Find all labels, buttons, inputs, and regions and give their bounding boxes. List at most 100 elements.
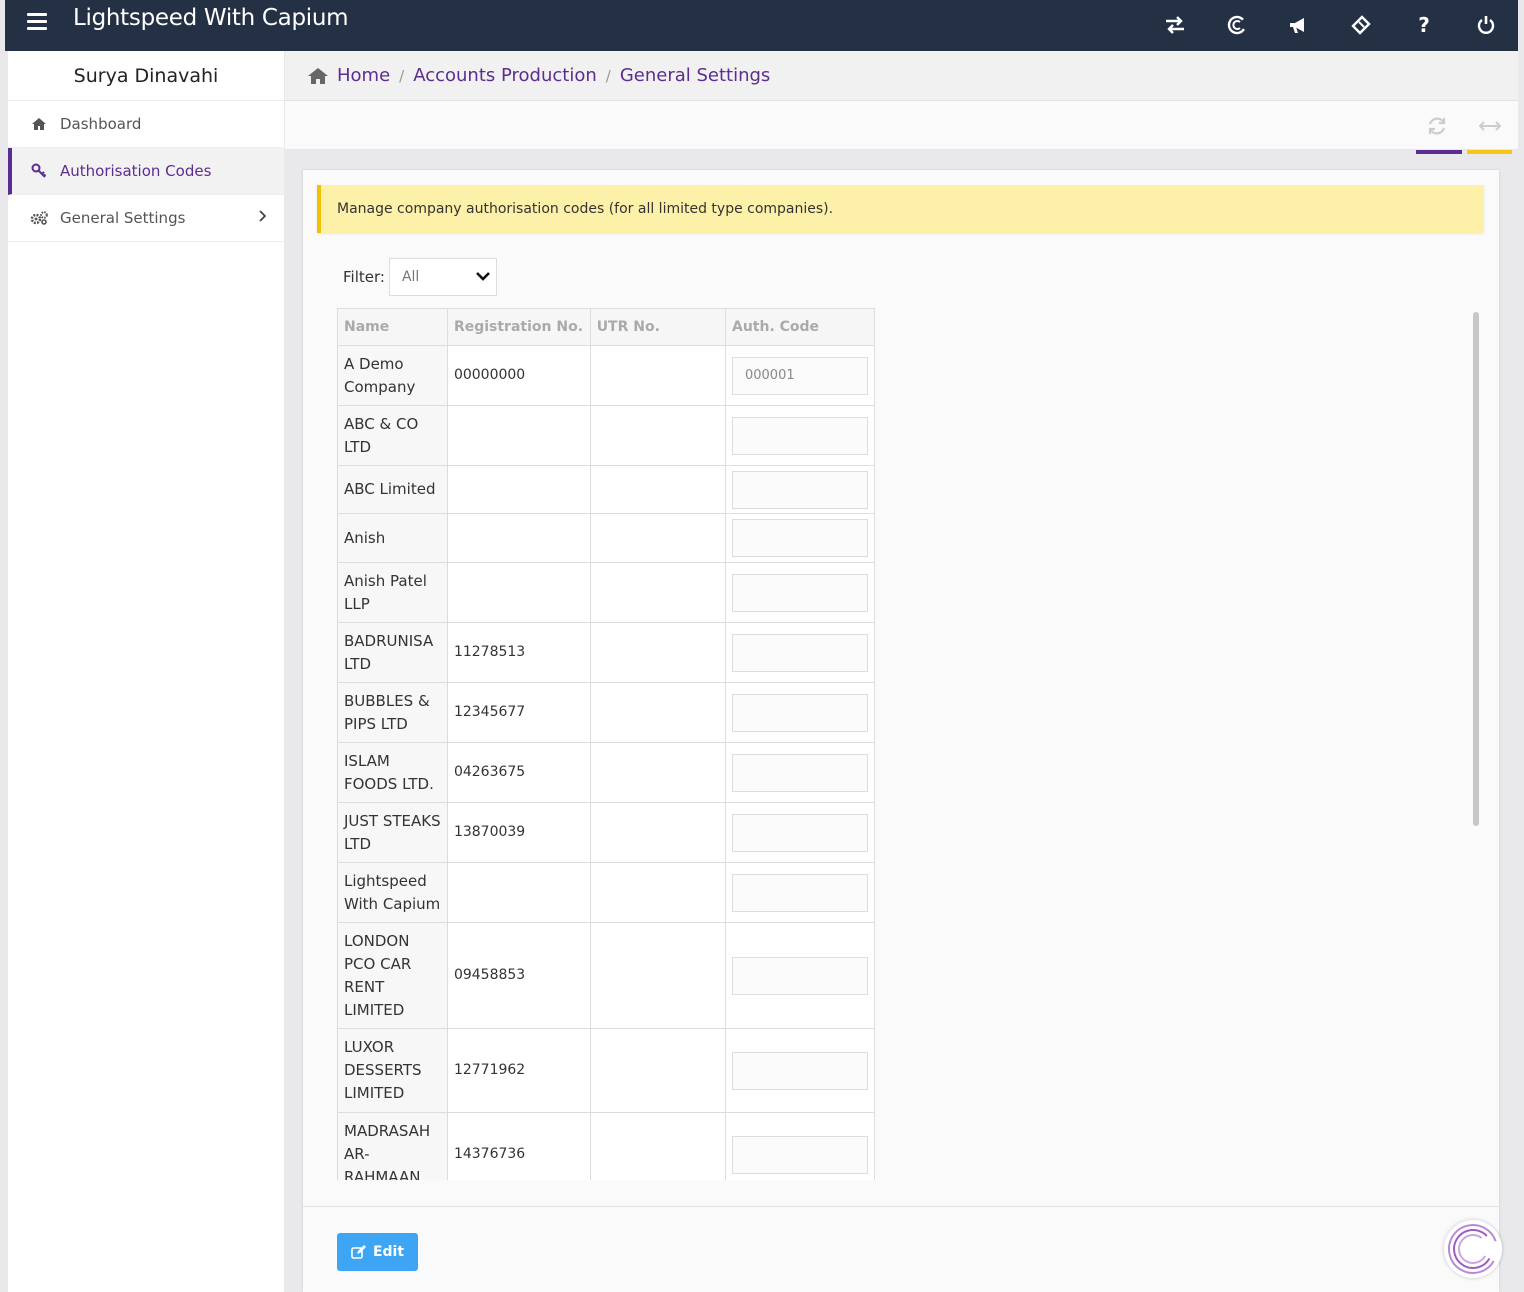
chevron-right-icon bbox=[258, 210, 267, 226]
column-header-auth-code: Auth. Code bbox=[724, 308, 875, 346]
edit-icon bbox=[351, 1245, 366, 1259]
auth-code-input[interactable] bbox=[731, 633, 868, 672]
company-name-cell: Anish Patel LLP bbox=[337, 562, 448, 623]
info-alert: Manage company authorisation codes (for … bbox=[317, 185, 1484, 233]
auth-code-input[interactable] bbox=[731, 1051, 868, 1090]
edit-button[interactable]: Edit bbox=[337, 1233, 418, 1271]
registration-number-cell: 14376736 bbox=[446, 1112, 591, 1180]
help-icon[interactable]: ? bbox=[1411, 12, 1437, 38]
home-icon[interactable] bbox=[307, 67, 329, 85]
power-icon[interactable] bbox=[1473, 12, 1499, 38]
breadcrumb-general-settings-link[interactable]: General Settings bbox=[620, 65, 771, 86]
company-name-cell: JUST STEAKS LTD bbox=[337, 802, 448, 863]
breadcrumb: Home / Accounts Production / General Set… bbox=[285, 51, 1518, 101]
user-name: Surya Dinavahi bbox=[8, 51, 284, 101]
chat-launcher-button[interactable] bbox=[1444, 1220, 1502, 1278]
auth-code-cell bbox=[724, 622, 875, 683]
auth-code-input[interactable] bbox=[731, 956, 868, 995]
sidebar-item-label: General Settings bbox=[60, 209, 186, 227]
auth-codes-table: Name Registration No. UTR No. Auth. Code… bbox=[337, 308, 875, 1180]
utr-number-cell bbox=[589, 862, 726, 923]
filter-select-wrapper: All bbox=[385, 258, 497, 296]
refresh-icon[interactable] bbox=[1425, 115, 1449, 137]
capium-c-icon[interactable] bbox=[1224, 12, 1250, 38]
utr-number-cell bbox=[589, 1028, 726, 1113]
table-row: Anish bbox=[337, 513, 875, 563]
registration-number-cell: 04263675 bbox=[446, 742, 591, 803]
expand-width-icon[interactable] bbox=[1478, 115, 1502, 137]
breadcrumb-separator: / bbox=[605, 66, 611, 85]
auth-code-input[interactable] bbox=[731, 416, 868, 455]
card-footer: Edit bbox=[303, 1206, 1499, 1292]
auth-code-input[interactable] bbox=[731, 519, 868, 557]
auth-codes-card: Manage company authorisation codes (for … bbox=[303, 170, 1499, 1292]
auth-code-cell bbox=[724, 1112, 875, 1180]
auth-codes-table-container: Name Registration No. UTR No. Auth. Code… bbox=[337, 308, 875, 1180]
table-row: JUST STEAKS LTD 13870039 bbox=[337, 802, 875, 863]
registration-number-cell: 11278513 bbox=[446, 622, 591, 683]
column-header-registration: Registration No. bbox=[446, 308, 591, 346]
auth-code-input[interactable] bbox=[731, 753, 868, 792]
table-header-row: Name Registration No. UTR No. Auth. Code bbox=[337, 308, 875, 346]
column-header-utr: UTR No. bbox=[589, 308, 726, 346]
purple-accent-bar bbox=[1416, 150, 1462, 154]
utr-number-cell bbox=[589, 513, 726, 563]
registration-number-cell bbox=[446, 562, 591, 623]
utr-number-cell bbox=[589, 465, 726, 514]
table-row: ABC Limited bbox=[337, 465, 875, 514]
company-name-cell: ABC Limited bbox=[337, 465, 448, 514]
company-name-cell: LONDON PCO CAR RENT LIMITED bbox=[337, 922, 448, 1029]
registration-number-cell bbox=[446, 862, 591, 923]
breadcrumb-accounts-production-link[interactable]: Accounts Production bbox=[413, 65, 597, 86]
utr-number-cell bbox=[589, 562, 726, 623]
gears-icon bbox=[28, 210, 50, 226]
auth-code-input[interactable] bbox=[731, 873, 868, 912]
company-name-cell: BADRUNISA LTD bbox=[337, 622, 448, 683]
table-body: A Demo Company00000000ABC & CO LTDABC Li… bbox=[337, 345, 875, 1180]
auth-code-cell bbox=[724, 405, 875, 466]
auth-code-input[interactable] bbox=[731, 470, 868, 509]
app-title: Lightspeed With Capium bbox=[73, 5, 349, 31]
registration-number-cell bbox=[446, 513, 591, 563]
swap-icon[interactable] bbox=[1162, 12, 1188, 38]
auth-code-cell bbox=[724, 513, 875, 563]
sidebar-item-general-settings[interactable]: General Settings bbox=[8, 195, 284, 242]
table-row: Lightspeed With Capium bbox=[337, 862, 875, 923]
megaphone-icon[interactable] bbox=[1286, 12, 1312, 38]
auth-code-input[interactable] bbox=[731, 356, 868, 395]
filter-label: Filter: bbox=[343, 268, 385, 286]
auth-code-cell bbox=[724, 922, 875, 1029]
sidebar: Surya Dinavahi Dashboard Authorisation C… bbox=[8, 51, 284, 1292]
auth-code-input[interactable] bbox=[731, 813, 868, 852]
table-row: ABC & CO LTD bbox=[337, 405, 875, 466]
company-name-cell: LUXOR DESSERTS LIMITED bbox=[337, 1028, 448, 1113]
home-icon bbox=[28, 117, 50, 131]
company-name-cell: ISLAM FOODS LTD. bbox=[337, 742, 448, 803]
auth-code-input[interactable] bbox=[731, 693, 868, 732]
yellow-accent-bar bbox=[1467, 150, 1512, 154]
sidebar-item-label: Authorisation Codes bbox=[60, 162, 212, 180]
auth-code-cell bbox=[724, 465, 875, 514]
ticket-icon[interactable] bbox=[1348, 12, 1374, 38]
registration-number-cell: 12771962 bbox=[446, 1028, 591, 1113]
top-navbar: Lightspeed With Capium ? bbox=[5, 0, 1518, 51]
toolbar-strip bbox=[285, 101, 1518, 154]
auth-code-input[interactable] bbox=[731, 573, 868, 612]
table-row: BADRUNISA LTD 11278513 bbox=[337, 622, 875, 683]
breadcrumb-home-link[interactable]: Home bbox=[337, 65, 390, 86]
sidebar-item-dashboard[interactable]: Dashboard bbox=[8, 101, 284, 148]
auth-code-cell bbox=[724, 562, 875, 623]
hamburger-menu-icon[interactable] bbox=[27, 13, 47, 31]
auth-code-input[interactable] bbox=[731, 1135, 868, 1174]
company-name-cell: Anish bbox=[337, 513, 448, 563]
utr-number-cell bbox=[589, 345, 726, 406]
sidebar-item-authorisation-codes[interactable]: Authorisation Codes bbox=[8, 148, 284, 195]
registration-number-cell bbox=[446, 465, 591, 514]
auth-code-cell bbox=[724, 345, 875, 406]
filter-select[interactable]: All bbox=[388, 258, 497, 296]
company-name-cell: Lightspeed With Capium bbox=[337, 862, 448, 923]
table-row: BUBBLES & PIPS LTD 12345677 bbox=[337, 682, 875, 743]
utr-number-cell bbox=[589, 682, 726, 743]
scrollbar-thumb[interactable] bbox=[1473, 312, 1479, 826]
registration-number-cell bbox=[446, 405, 591, 466]
